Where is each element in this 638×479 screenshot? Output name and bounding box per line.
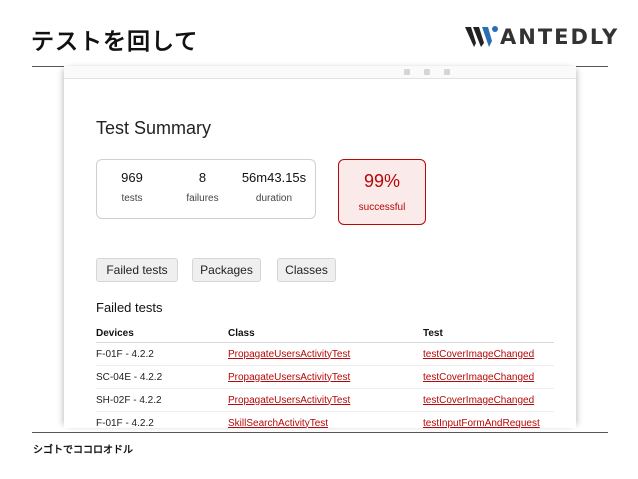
failures-counter: 8 failures	[175, 170, 230, 204]
test-link[interactable]: testCoverImageChanged	[423, 349, 534, 360]
tests-counter: 969 tests	[110, 170, 154, 204]
slide-title: テストを回して	[31, 29, 199, 55]
logo-text: ANTEDLY	[500, 25, 620, 49]
table-header-row: Devices Class Test	[96, 324, 554, 343]
duration-value: 56m43.15s	[241, 170, 307, 185]
section-title: Failed tests	[96, 300, 163, 315]
table-row: F-01F - 4.2.2 SkillSearchActivityTest te…	[96, 411, 554, 429]
class-link[interactable]: PropagateUsersActivityTest	[228, 349, 350, 360]
tests-count: 969	[121, 170, 143, 185]
table-row: SC-04E - 4.2.2 PropagateUsersActivityTes…	[96, 365, 554, 389]
device-cell: SH-02F - 4.2.2	[96, 388, 228, 412]
test-report: Test Summary 969 tests 8 failures 56m43.…	[96, 66, 576, 428]
success-rate: 99%	[363, 171, 401, 191]
wantedly-w-icon	[465, 26, 498, 47]
device-cell: F-01F - 4.2.2	[96, 411, 228, 428]
column-header-test: Test	[423, 324, 554, 343]
report-screenshot: Test Summary 969 tests 8 failures 56m43.…	[64, 66, 576, 428]
test-link[interactable]: testCoverImageChanged	[423, 395, 534, 406]
failures-count: 8	[198, 170, 207, 185]
summary-box: 969 tests 8 failures 56m43.15s duration	[96, 159, 316, 219]
tab-classes[interactable]: Classes	[277, 258, 336, 282]
class-link[interactable]: PropagateUsersActivityTest	[228, 372, 350, 383]
page-title: Test Summary	[96, 118, 212, 138]
table-row: SH-02F - 4.2.2 PropagateUsersActivityTes…	[96, 388, 554, 412]
tab-packages[interactable]: Packages	[192, 258, 261, 282]
test-link[interactable]: testInputFormAndRequest	[423, 418, 540, 429]
tab-failed-tests[interactable]: Failed tests	[96, 258, 178, 282]
duration-counter: 56m43.15s duration	[236, 170, 312, 204]
footer-divider	[32, 432, 608, 433]
failures-label: failures	[186, 193, 219, 204]
test-link[interactable]: testCoverImageChanged	[423, 372, 534, 383]
duration-label: duration	[255, 193, 293, 204]
column-header-devices: Devices	[96, 324, 228, 343]
success-label: successful	[358, 202, 406, 213]
device-cell: SC-04E - 4.2.2	[96, 365, 228, 389]
tests-label: tests	[121, 193, 143, 204]
class-link[interactable]: SkillSearchActivityTest	[228, 418, 328, 429]
class-link[interactable]: PropagateUsersActivityTest	[228, 395, 350, 406]
table-row: F-01F - 4.2.2 PropagateUsersActivityTest…	[96, 342, 554, 366]
failed-tests-table: Devices Class Test F-01F - 4.2.2 Propaga…	[96, 324, 554, 428]
wantedly-logo: ANTEDLY	[465, 24, 619, 50]
footer-tagline: シゴトでココロオドル	[33, 445, 133, 456]
success-rate-box: 99% successful	[338, 159, 426, 225]
device-cell: F-01F - 4.2.2	[96, 342, 228, 366]
column-header-class: Class	[228, 324, 423, 343]
